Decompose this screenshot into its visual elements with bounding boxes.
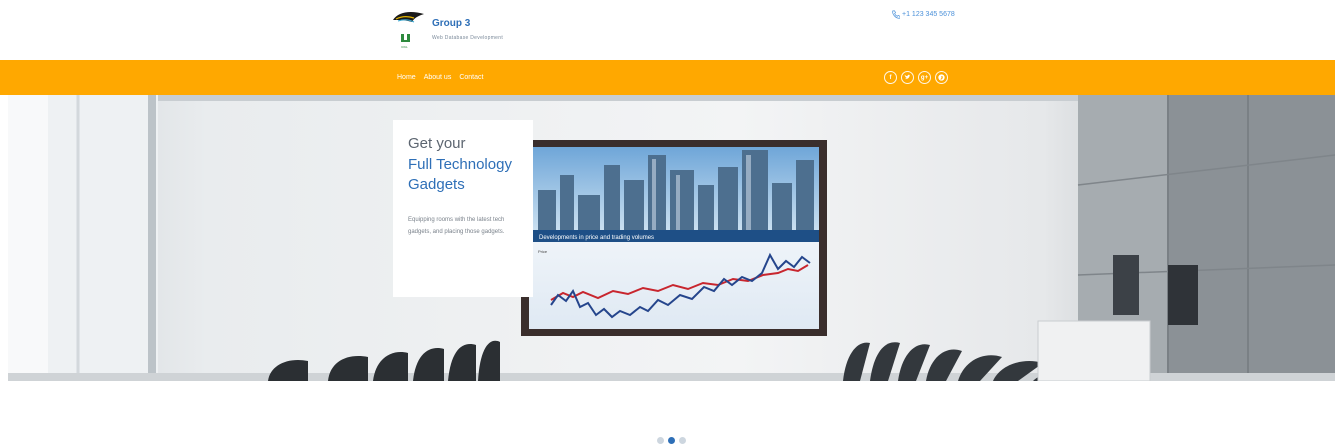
hero-banner: Developments in price and trading volume… [8,95,1335,381]
main-navbar: Home About us Contact f g+ [0,60,1335,95]
nav-about-link[interactable]: About us [424,74,452,81]
hero-heading-line1: Get your [408,135,466,152]
social-links: f g+ [884,60,948,95]
hero-heading-line3: Gadgets [408,176,465,193]
phone-icon [892,10,900,19]
carousel-dot-3[interactable] [679,437,686,444]
conference-room-image: Developments in price and trading volume… [8,95,1335,381]
twitter-icon[interactable] [901,71,914,84]
pinterest-p-icon [938,74,945,81]
facebook-icon[interactable]: f [884,71,897,84]
nav-home-link[interactable]: Home [397,74,416,81]
pinterest-icon[interactable] [935,71,948,84]
hero-description: Equipping rooms with the latest tech gad… [408,217,505,235]
nav-contact-link[interactable]: Contact [459,74,483,81]
eagle-logo-icon: UIKL [393,12,424,49]
svg-text:Price: Price [538,249,548,254]
hero-heading-line2: Full Technology [408,156,512,173]
carousel-dot-2[interactable] [668,437,675,444]
site-header: UIKL Group 3 Web Database Development +1… [0,0,1335,60]
brand-title: Group 3 [432,18,471,29]
brand-subtitle: Web Database Development [432,35,504,41]
nav-links: Home About us Contact [397,60,483,95]
google-plus-icon[interactable]: g+ [918,71,931,84]
phone-text: +1 123 345 5678 [902,11,955,18]
svg-text:UIKL: UIKL [401,45,408,49]
carousel-dot-1[interactable] [657,437,664,444]
brand-logo[interactable]: UIKL Group 3 Web Database Development [392,8,532,54]
carousel-indicators [657,437,686,444]
twitter-bird-icon [904,74,911,80]
phone-number[interactable]: +1 123 345 5678 [891,10,955,19]
svg-text:Developments in price and trad: Developments in price and trading volume… [539,235,654,241]
hero-promo-card: Get your Full Technology Gadgets Equippi… [393,120,533,297]
